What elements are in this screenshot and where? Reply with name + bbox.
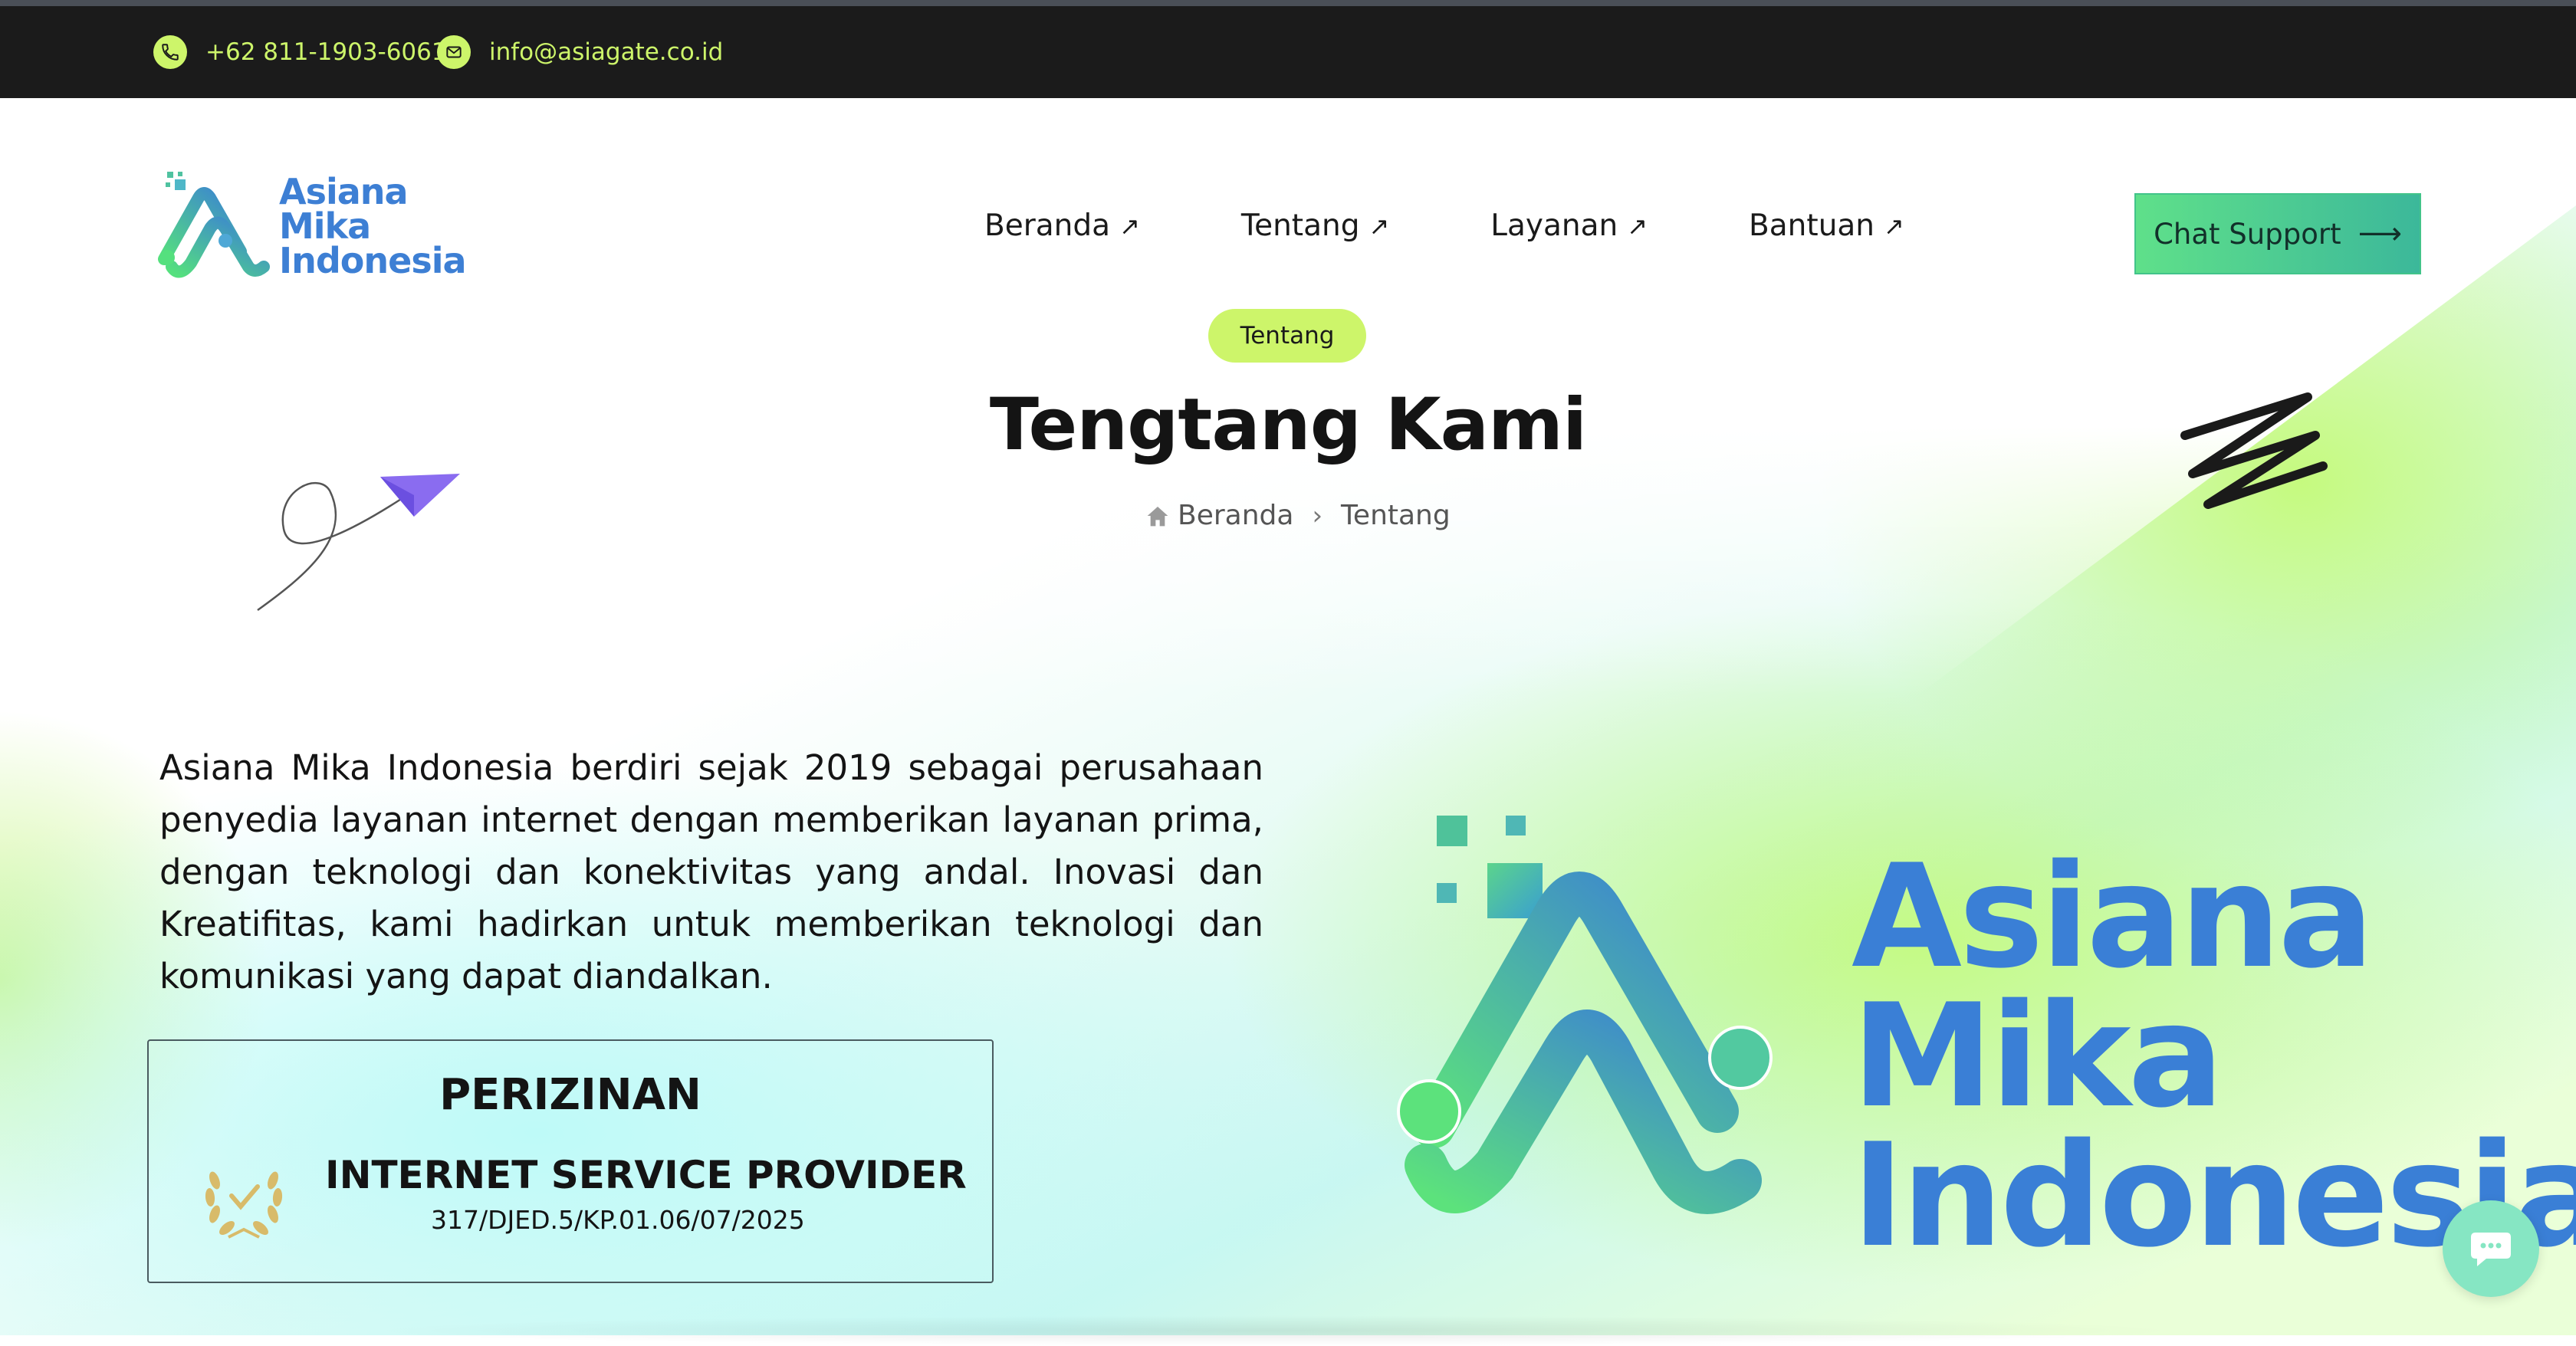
email-text[interactable]: info@asiagate.co.id: [489, 38, 723, 66]
big-logo-text: Asiana Mika Indonesia: [1852, 833, 2576, 1267]
nav-item-bantuan[interactable]: Bantuan ↗: [1749, 208, 1904, 243]
main-nav: Beranda ↗ Tentang ↗ Layanan ↗ Bantuan ↗: [984, 208, 1904, 243]
chat-support-label: Chat Support: [2154, 217, 2341, 251]
chat-widget-button[interactable]: [2443, 1200, 2539, 1297]
about-paragraph: Asiana Mika Indonesia berdiri sejak 2019…: [159, 747, 1263, 996]
arrow-up-right-icon: ↗: [1627, 211, 1648, 241]
phone-text[interactable]: +62 811-1903-6061: [205, 38, 447, 66]
scribble-icon: [2180, 392, 2328, 509]
license-name: INTERNET SERVICE PROVIDER: [325, 1153, 967, 1197]
nav-label: Bantuan: [1749, 208, 1875, 243]
logo-line-3: Indonesia: [279, 240, 467, 281]
logo-line-2: Mika: [279, 205, 371, 247]
site-logo[interactable]: Asiana Mika Indonesia: [156, 167, 467, 290]
logo-mark-icon: [158, 172, 270, 278]
contact-bar: +62 811-1903-6061 info@asiagate.co.id: [0, 6, 2576, 98]
nav-item-layanan[interactable]: Layanan ↗: [1490, 208, 1648, 243]
arrow-up-right-icon: ↗: [1119, 211, 1140, 241]
paper-plane-icon: [257, 474, 460, 612]
license-number: 317/DJED.5/KP.01.06/07/2025: [431, 1205, 805, 1235]
breadcrumb-home[interactable]: Beranda: [1178, 500, 1293, 531]
nav-item-beranda[interactable]: Beranda ↗: [984, 208, 1140, 243]
big-logo-line-2: Mika: [1852, 973, 2224, 1139]
arrow-up-right-icon: ↗: [1368, 211, 1390, 241]
big-logo-mark-icon: [1397, 816, 1773, 1214]
chat-bubble-icon: [2471, 1233, 2511, 1266]
nav-label: Layanan: [1490, 208, 1618, 243]
section-pill: Tentang: [1208, 309, 1366, 363]
chat-support-button[interactable]: Chat Support ⟶: [2134, 193, 2421, 274]
home-icon: [1147, 506, 1168, 526]
logo-line-1: Asiana: [279, 171, 409, 212]
logo-text: Asiana Mika Indonesia: [279, 171, 467, 281]
nav-label: Tentang: [1240, 208, 1360, 243]
license-title: PERIZINAN: [439, 1070, 702, 1120]
arrow-up-right-icon: ↗: [1884, 211, 1904, 241]
license-card: PERIZINAN INTERNET SERVICE PROVIDER 317/…: [147, 1039, 994, 1283]
phone-contact[interactable]: +62 811-1903-6061: [153, 6, 447, 98]
long-arrow-right-icon: ⟶: [2358, 216, 2402, 251]
section-divider-shadow: [353, 1315, 2193, 1346]
laurel-badge-icon: [205, 1171, 283, 1239]
window-top-border: [0, 0, 2576, 6]
phone-icon: [153, 35, 187, 69]
big-logo-line-1: Asiana: [1852, 833, 2374, 1000]
nav-label: Beranda: [984, 208, 1111, 243]
nav-item-tentang[interactable]: Tentang ↗: [1241, 208, 1389, 243]
breadcrumb-current: Tentang: [1341, 500, 1451, 531]
chevron-right-icon: ›: [1312, 500, 1323, 531]
mail-icon: [437, 35, 471, 69]
breadcrumb: Beranda › Tentang: [1145, 500, 1451, 531]
email-contact[interactable]: info@asiagate.co.id: [437, 6, 723, 98]
